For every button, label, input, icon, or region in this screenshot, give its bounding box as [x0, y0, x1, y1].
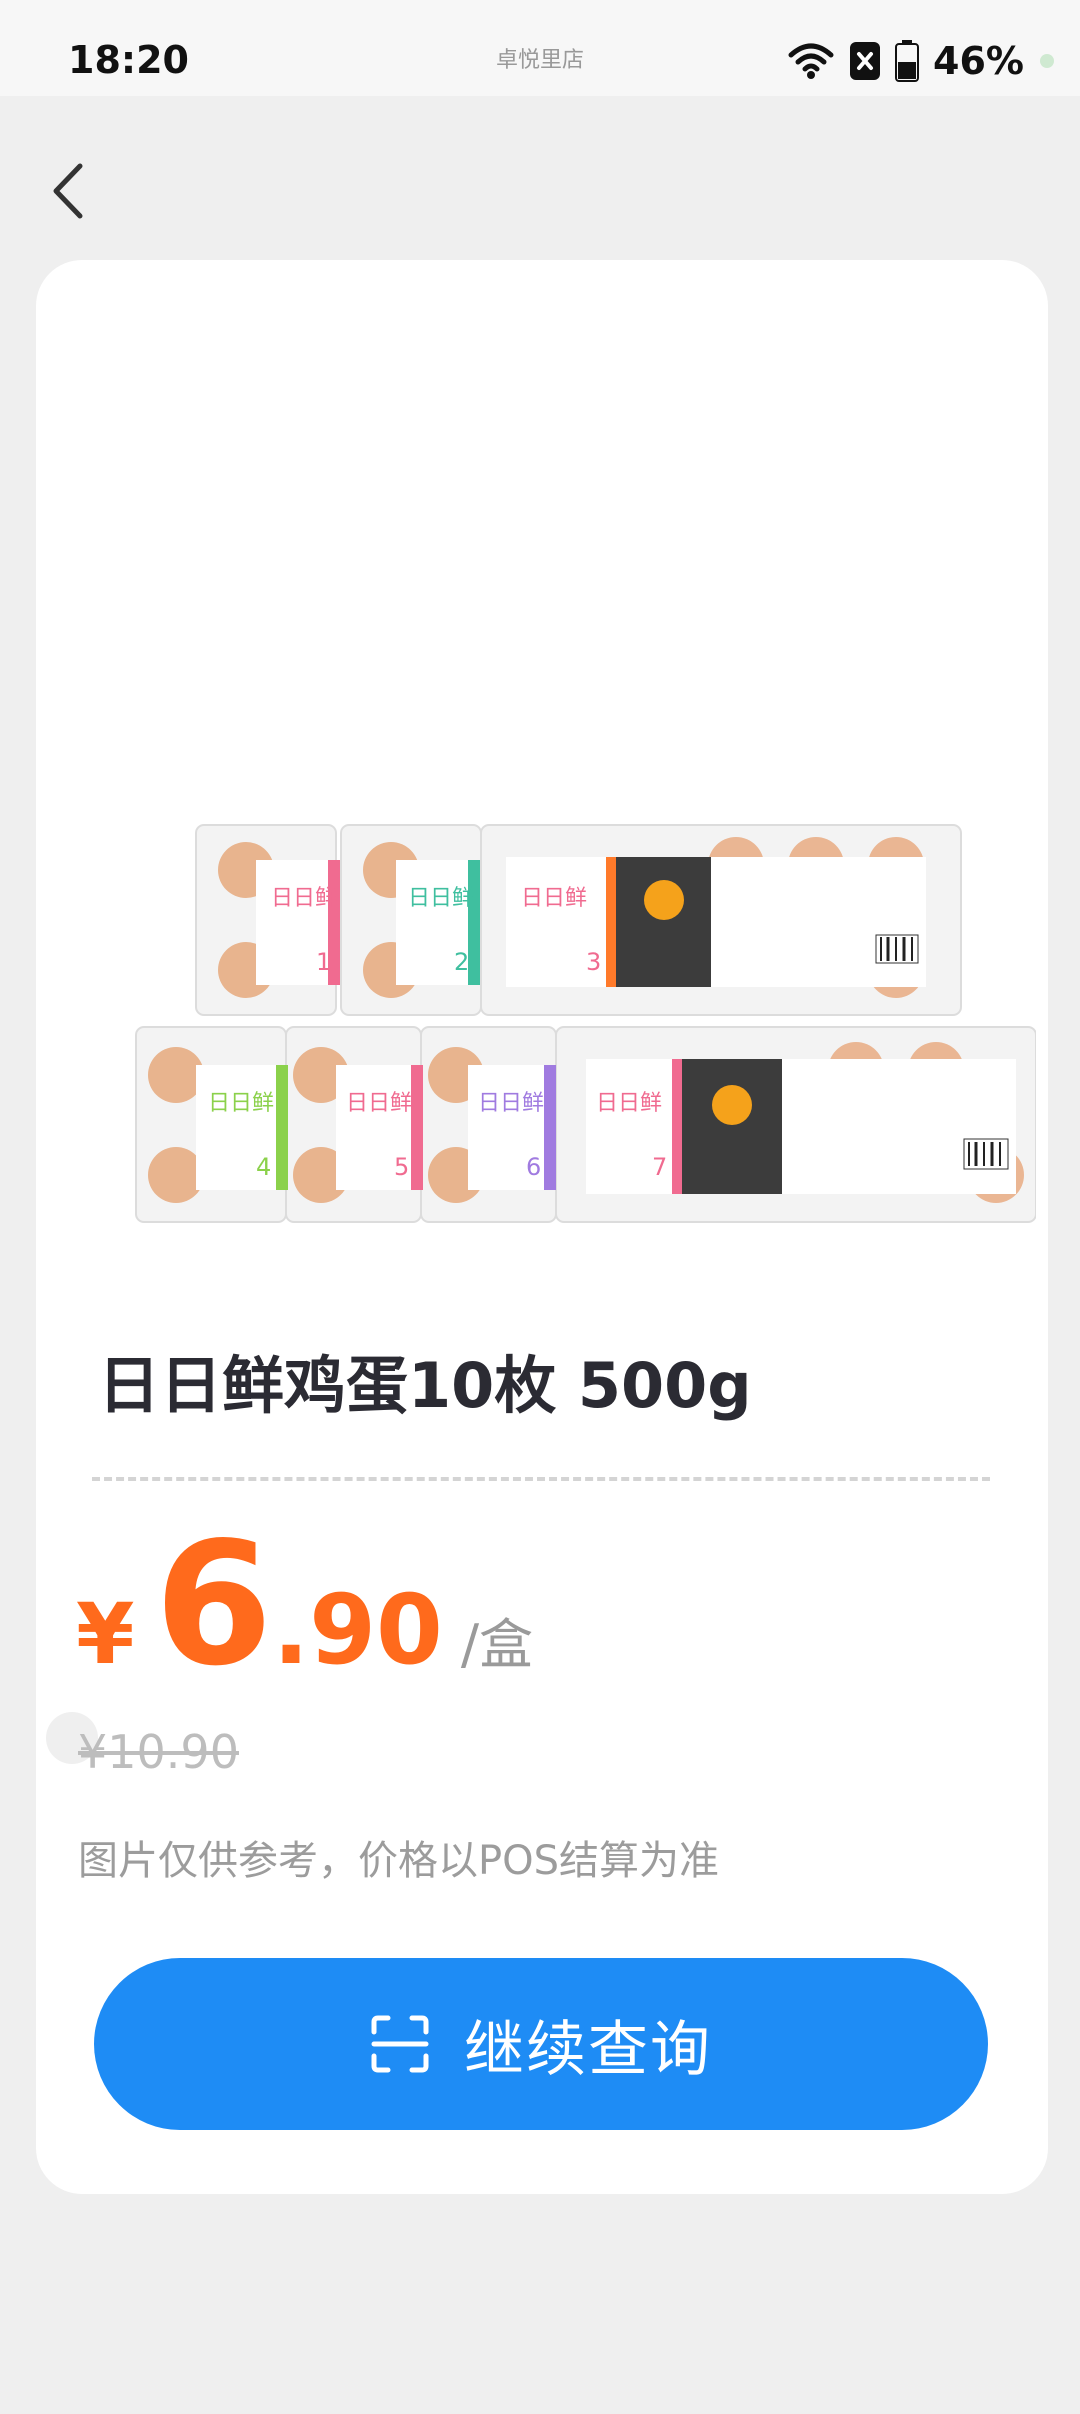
carton-number: 7 [652, 1153, 667, 1181]
status-icons: 46% [787, 38, 1054, 84]
price: ¥ 6 .90 /盒 [76, 1520, 533, 1690]
privacy-indicator-dot [1040, 54, 1054, 68]
product-title: 日日鲜鸡蛋10枚 500g [98, 1349, 752, 1422]
carton-number: 3 [586, 948, 601, 976]
price-integer: 6 [154, 1506, 273, 1704]
product-card: 日日鲜 1 日日鲜 2 日日鲜 3 日日鲜 4 日日鲜 5 日日鲜 6 日日鲜 … [36, 260, 1048, 2194]
carton-label-text: 日日鲜 [408, 886, 474, 911]
carton-label-text: 日日鲜 [596, 1091, 662, 1116]
carton-number: 2 [454, 948, 469, 976]
price-unit: /盒 [460, 1613, 534, 1676]
status-bar: 18:20 卓悦里店 46% [0, 0, 1080, 96]
dashed-divider [92, 1477, 990, 1481]
carton-label-text: 日日鲜 [521, 886, 587, 911]
carton-number: 1 [316, 948, 331, 976]
sim-blocked-icon [850, 42, 881, 80]
battery-percent: 46% [933, 39, 1024, 83]
wifi-icon [788, 43, 834, 79]
continue-query-button[interactable]: 继续查询 [94, 1958, 988, 2130]
continue-query-label: 继续查询 [464, 2014, 712, 2085]
carton-label-text: 日日鲜 [478, 1091, 544, 1116]
back-button[interactable] [44, 146, 92, 236]
carton-number: 5 [394, 1153, 409, 1181]
carton-label-text: 日日鲜 [271, 886, 337, 911]
carton-number: 4 [256, 1153, 271, 1181]
chevron-left-icon [53, 163, 83, 219]
battery-icon [895, 40, 920, 82]
price-decimal: .90 [272, 1574, 443, 1686]
carton-label-text: 日日鲜 [208, 1091, 274, 1116]
carton-number: 6 [526, 1153, 541, 1181]
product-image: 日日鲜 1 日日鲜 2 日日鲜 3 日日鲜 4 日日鲜 5 日日鲜 6 日日鲜 … [135, 824, 1036, 1223]
nav-bar [0, 96, 1080, 256]
original-price: ¥10.90 [78, 1725, 239, 1779]
scan-icon [371, 2015, 429, 2073]
price-disclaimer: 图片仅供参考，价格以POS结算为准 [78, 1838, 719, 1884]
price-currency: ¥ [76, 1585, 135, 1683]
carton-label-text: 日日鲜 [346, 1091, 412, 1116]
